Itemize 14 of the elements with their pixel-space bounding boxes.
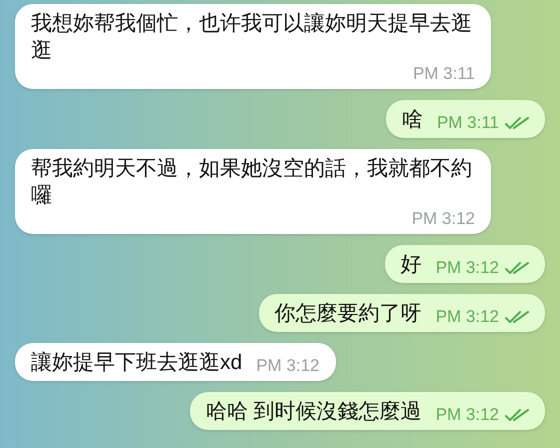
message-text: 你怎麼要約了呀 [274, 301, 422, 327]
message-time: PM 3:12 [436, 405, 499, 425]
message-text: 我想妳帮我個忙，也许我可以讓妳明天提早去逛逛 [31, 11, 473, 64]
message-time: PM 3:12 [256, 356, 320, 376]
message-time: PM 3:12 [412, 209, 475, 229]
message-time: PM 3:11 [412, 64, 475, 84]
message-time: PM 3:11 [436, 113, 499, 133]
message-text: 帮我約明天不過，如果她沒空的話，我就都不約囉 [31, 156, 473, 209]
message-text: 啥 [402, 107, 423, 133]
message-time: PM 3:12 [436, 258, 499, 278]
message-text: 哈哈 到时候沒錢怎麼過 [206, 399, 422, 425]
message-time: PM 3:12 [436, 307, 499, 327]
message-text: 好 [400, 252, 422, 278]
message-text: 讓妳提早下班去逛逛xd [31, 350, 242, 376]
